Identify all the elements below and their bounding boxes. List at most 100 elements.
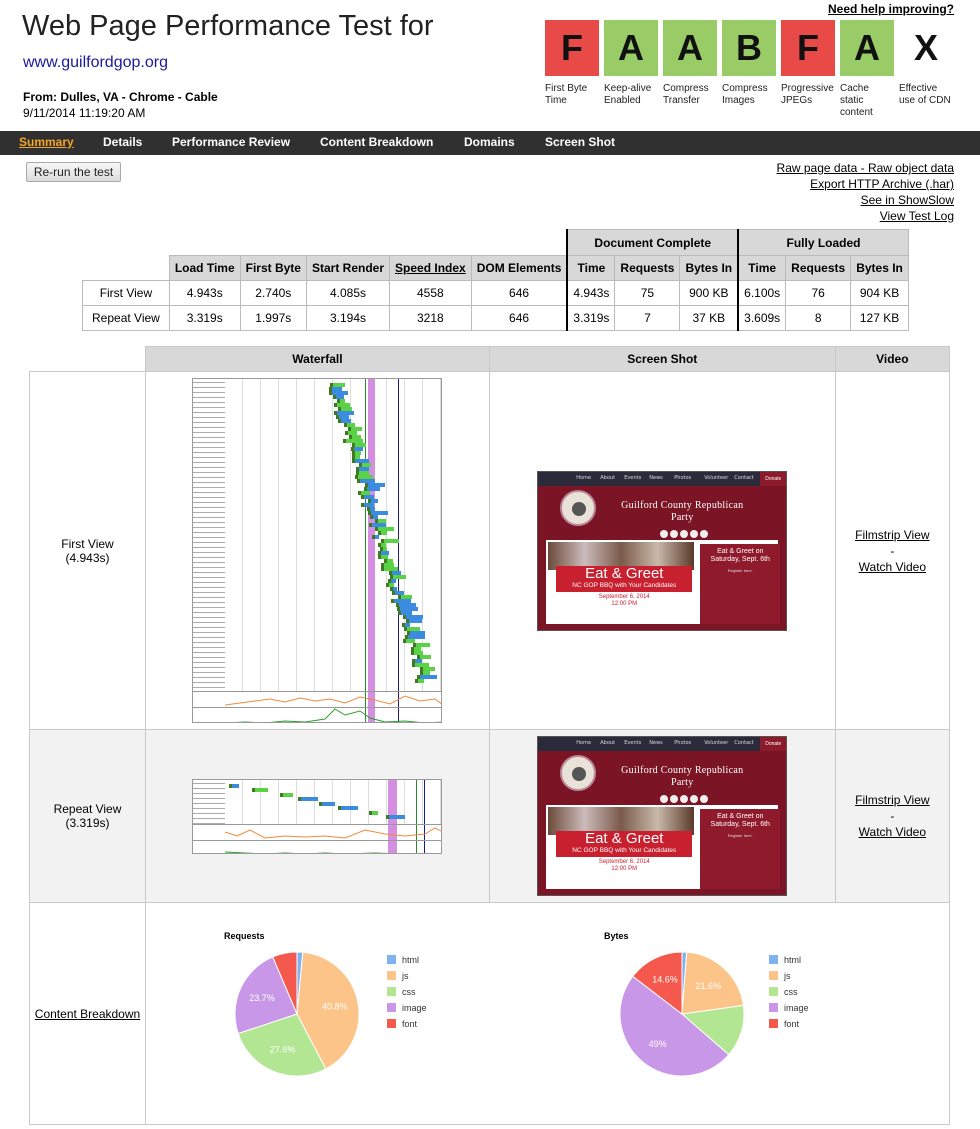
filmstrip-view-link[interactable]: Filmstrip View <box>837 792 948 808</box>
showslow-link[interactable]: See in ShowSlow <box>861 193 954 207</box>
pie-data-label: 40.8% <box>322 1002 348 1012</box>
grade-cdn[interactable]: X Effective use of CDN <box>899 20 953 107</box>
tab-summary[interactable]: Summary <box>19 135 74 149</box>
repeat-view-screenshot-cell[interactable]: Home About Events News Photos Volunteer … <box>488 729 836 903</box>
cell: 7 <box>614 305 681 331</box>
pie-data-label: 27.6% <box>270 1045 296 1055</box>
view-time: (3.319s) <box>65 816 110 830</box>
nav-photos: Photos <box>674 740 692 746</box>
repeat-view-row: Repeat View (3.319s) Home About Events N… <box>29 729 951 903</box>
tab-screen-shot[interactable]: Screen Shot <box>545 135 615 149</box>
tab-performance-review[interactable]: Performance Review <box>172 135 290 149</box>
first-view-row: First View (4.943s) Home About Events Ne… <box>29 371 951 730</box>
col-start-render: Start Render <box>305 255 391 281</box>
pie-data-label: 49% <box>649 1039 667 1049</box>
export-har-link[interactable]: Export HTTP Archive (.har) <box>810 177 954 191</box>
help-improving-link[interactable]: Need help improving? <box>828 2 954 16</box>
grade-first-byte[interactable]: F First Byte Time <box>545 20 599 107</box>
watch-video-link[interactable]: Watch Video <box>837 559 948 575</box>
request-bar <box>254 788 268 792</box>
first-view-waterfall-cell[interactable] <box>145 371 490 730</box>
col-doc-bytes: Bytes In <box>679 255 739 281</box>
legend-label-image: image <box>402 1003 427 1013</box>
grade-keep-alive[interactable]: A Keep-alive Enabled <box>604 20 658 107</box>
cell: 4558 <box>389 280 472 306</box>
legend-label-html: html <box>784 955 801 965</box>
tab-content-breakdown[interactable]: Content Breakdown <box>320 135 433 149</box>
grade-letter: A <box>840 20 894 76</box>
grade-label: Compress Transfer <box>663 83 709 106</box>
donate-button: Donate <box>760 737 787 751</box>
banner-title: Eat & Greet <box>585 564 664 582</box>
request-bar <box>409 619 422 623</box>
watch-video-link[interactable]: Watch Video <box>837 824 948 840</box>
grade-compress-images[interactable]: B Compress Images <box>722 20 776 107</box>
raw-object-data-link[interactable]: Raw object data <box>868 161 954 175</box>
cell: 3.319s <box>168 305 241 331</box>
legend-swatch-css <box>769 987 778 996</box>
cell: 75 <box>614 280 681 306</box>
view-test-log-link[interactable]: View Test Log <box>880 209 954 223</box>
nav-events: Events <box>624 474 642 481</box>
fully-loaded-header: Fully Loaded <box>737 229 909 256</box>
repeat-view-label: Repeat View (3.319s) <box>29 729 146 903</box>
start-render-marker <box>365 379 367 722</box>
pie-data-label: 14.6% <box>652 975 678 985</box>
banner-date: September 6, 2014 <box>598 859 650 865</box>
tab-details[interactable]: Details <box>103 135 142 149</box>
summary-table: Document Complete Fully Loaded Load Time… <box>82 229 909 331</box>
content-breakdown-link[interactable]: Content Breakdown <box>35 1007 140 1021</box>
raw-data-links: Raw page data - Raw object data <box>776 161 954 175</box>
cell: 4.943s <box>566 280 616 306</box>
cell: 3218 <box>389 305 472 331</box>
col-load-time: Load Time <box>168 255 241 281</box>
grade-progressive-jpegs[interactable]: F Progressive JPEGs <box>781 20 835 107</box>
legend-swatch-js <box>769 971 778 980</box>
rerun-test-button[interactable]: Re-run the test <box>26 162 121 182</box>
cell: 1.997s <box>239 305 307 331</box>
grade-letter: B <box>722 20 776 76</box>
grade-letter: A <box>663 20 717 76</box>
first-view-screenshot-cell[interactable]: Home About Events News Photos Volunteer … <box>488 371 836 730</box>
legend-label-font: font <box>784 1019 800 1029</box>
onload-marker <box>398 379 400 722</box>
repeat-view-waterfall-cell[interactable] <box>145 729 490 903</box>
col-speed-index[interactable]: Speed Index <box>389 255 472 281</box>
screenshot-thumbnail[interactable]: Home About Events News Photos Volunteer … <box>537 736 788 896</box>
repeat-view-video-cell: Filmstrip View - Watch Video <box>834 729 951 903</box>
legend-swatch-js <box>387 971 396 980</box>
nav-volunteer: Volunteer <box>704 474 729 481</box>
nav-news: News <box>649 474 663 481</box>
legend-swatch-image <box>387 1003 396 1012</box>
tab-domains[interactable]: Domains <box>464 135 515 149</box>
nav-home: Home <box>576 740 592 746</box>
request-bar <box>372 810 379 815</box>
legend-label-font: font <box>402 1019 418 1029</box>
tested-url[interactable]: www.guilfordgop.org <box>23 54 168 72</box>
grade-letter: F <box>545 20 599 76</box>
grade-cache-static[interactable]: A Cache static content <box>840 20 894 119</box>
nav-contact: Contact <box>734 474 754 481</box>
waterfall-thumbnail[interactable] <box>192 778 443 854</box>
cell: 37 KB <box>679 305 739 331</box>
cell: 127 KB <box>850 305 909 331</box>
grade-compress-transfer[interactable]: A Compress Transfer <box>663 20 717 107</box>
requests-pie-chart: Requests 40.8% 27.6% 23.7% html js css image fon… <box>224 931 427 1077</box>
nav-news: News <box>649 740 663 746</box>
side-title: Eat & Greet on Saturday, Sept. 6th <box>710 547 770 563</box>
speed-index-link[interactable]: Speed Index <box>395 261 466 275</box>
banner-title: Eat & Greet <box>585 830 664 847</box>
request-bar <box>418 679 425 683</box>
filmstrip-view-link[interactable]: Filmstrip View <box>837 527 948 543</box>
first-view-video-cell: Filmstrip View - Watch Video <box>834 371 951 730</box>
legend-swatch-html <box>769 955 778 964</box>
cell: 3.609s <box>737 305 787 331</box>
view-name: Repeat View <box>53 802 122 816</box>
screenshot-thumbnail[interactable]: Home About Events News Photos Volunteer … <box>537 470 788 631</box>
raw-page-data-link[interactable]: Raw page data <box>777 161 858 175</box>
request-bar <box>341 806 358 810</box>
grade-letter: X <box>899 20 953 76</box>
legend-swatch-html <box>387 955 396 964</box>
waterfall-thumbnail[interactable] <box>192 378 443 723</box>
grade-letter: A <box>604 20 658 76</box>
